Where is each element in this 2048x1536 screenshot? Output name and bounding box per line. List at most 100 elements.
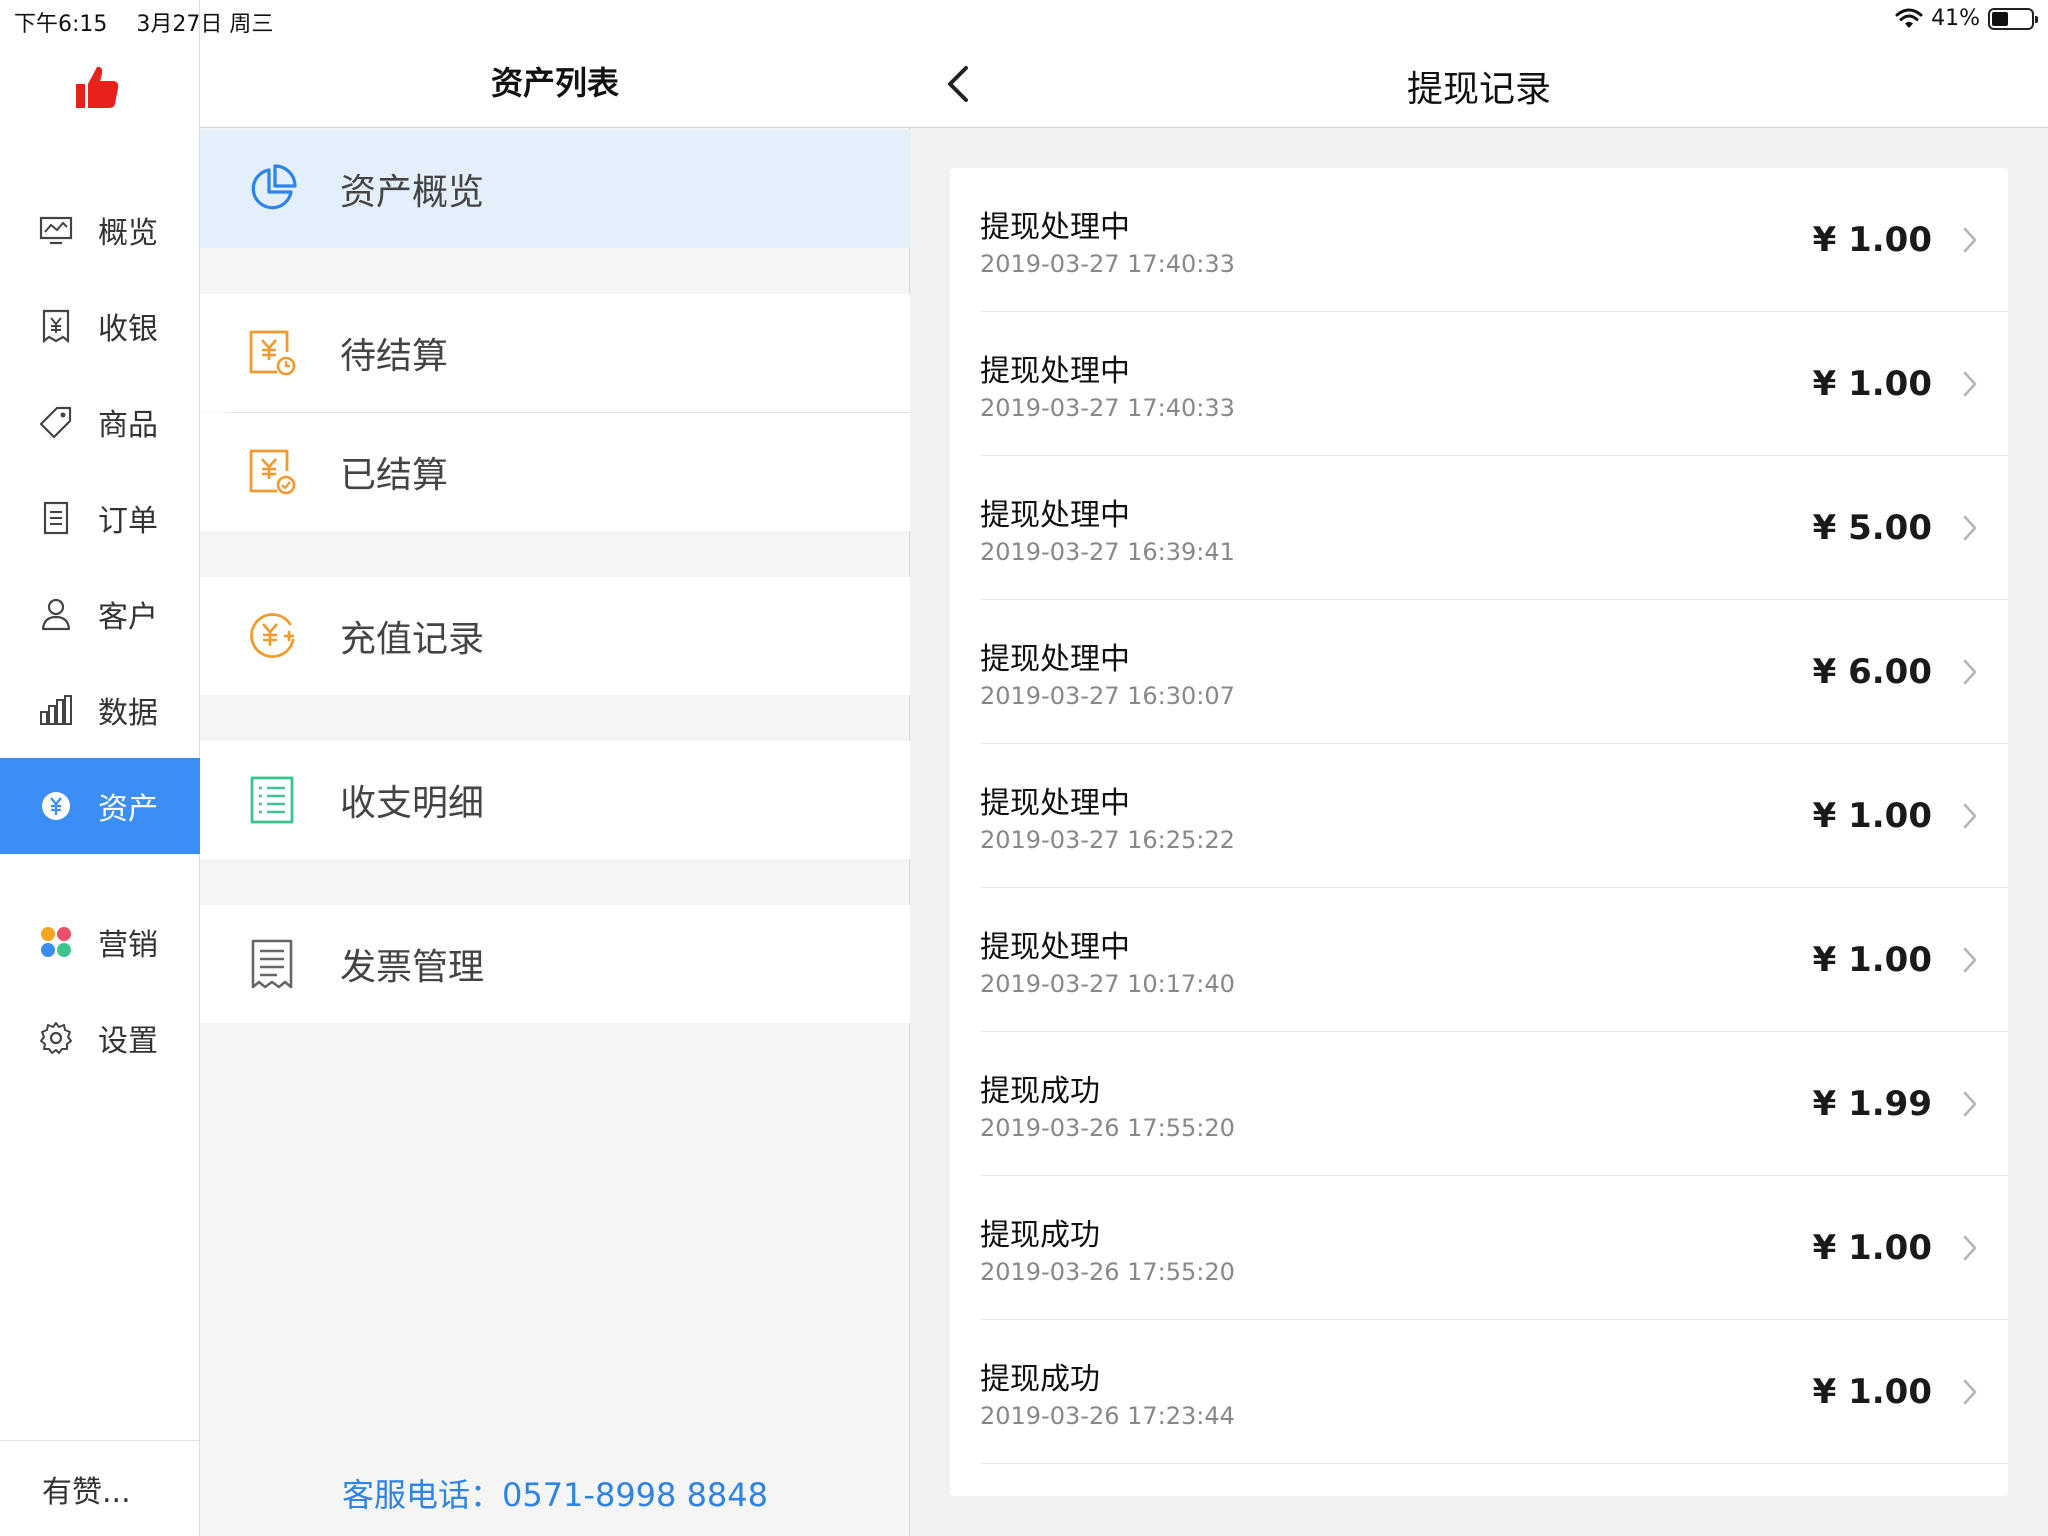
asset-item-recharge-records-label: 充值记录 xyxy=(340,619,485,660)
chevron-right-icon xyxy=(1963,227,1977,253)
customer-service-phone-link[interactable]: 客服电话：0571-8998 8848 xyxy=(200,1470,910,1516)
table-row[interactable]: 提现成功 2019-03-26 17:23:44 ¥ 1.00 xyxy=(950,1320,2008,1464)
table-row[interactable]: 提现成功 2019-03-26 17:55:20 ¥ 1.99 xyxy=(950,1032,2008,1176)
nav-label-assets: 资产 xyxy=(98,792,158,827)
nav-item-orders[interactable]: 订单 xyxy=(0,470,200,566)
status-time: 下午6:15 xyxy=(14,12,108,37)
record-status: 提现成功 xyxy=(980,1362,1100,1397)
record-amount: ¥ 1.00 xyxy=(1812,1372,1932,1412)
record-status: 提现成功 xyxy=(980,1074,1100,1109)
status-date: 3月27日 周三 xyxy=(136,12,274,37)
chevron-right-icon xyxy=(1963,371,1977,397)
nav-label-settings: 设置 xyxy=(98,1024,158,1059)
chevron-right-icon xyxy=(1963,659,1977,685)
withdrawal-records-panel: 提现记录 提现处理中 2019-03-27 17:40:33 ¥ 1.00 提现处理中… xyxy=(910,0,2048,1536)
chevron-right-icon xyxy=(1963,515,1977,541)
shop-name-button[interactable]: 有赞... xyxy=(0,1440,200,1536)
nav-item-products[interactable]: 商品 xyxy=(0,374,200,470)
record-status: 提现处理中 xyxy=(980,498,1130,533)
nav-label-customers: 客户 xyxy=(98,600,158,635)
nav-label-marketing: 营销 xyxy=(98,928,158,963)
asset-item-overview-label: 资产概览 xyxy=(340,172,485,213)
record-time: 2019-03-27 16:25:22 xyxy=(980,826,1235,854)
nav-label-products: 商品 xyxy=(98,408,158,443)
monitor-icon xyxy=(38,212,74,248)
asset-item-income-expense[interactable]: 收支明细 xyxy=(200,741,910,859)
record-time: 2019-03-27 16:30:07 xyxy=(980,682,1235,710)
record-amount: ¥ 1.00 xyxy=(1812,1228,1932,1268)
record-time: 2019-03-27 16:39:41 xyxy=(980,538,1235,566)
asset-item-pending-settlement-label: 待结算 xyxy=(340,336,449,377)
battery-percent: 41% xyxy=(1931,6,1980,31)
status-bar: 下午6:15 3月27日 周三 41% xyxy=(0,0,2048,40)
nav-label-data: 数据 xyxy=(98,696,158,731)
document-icon xyxy=(38,500,74,536)
asset-list-panel: 资产列表 资产概览 待结算 已结算 充值记录 收支明细 发票管理 客服电话：05… xyxy=(200,0,910,1536)
asset-item-pending-settlement[interactable]: 待结算 xyxy=(200,294,910,412)
cashier-icon xyxy=(38,308,74,344)
nav-item-overview[interactable]: 概览 xyxy=(0,182,200,278)
asset-item-invoice-management[interactable]: 发票管理 xyxy=(200,905,910,1023)
nav-item-settings[interactable]: 设置 xyxy=(0,990,200,1086)
record-status: 提现处理中 xyxy=(980,930,1130,965)
nav-item-data[interactable]: 数据 xyxy=(0,662,200,758)
nav-label-orders: 订单 xyxy=(98,504,158,539)
record-time: 2019-03-26 17:23:44 xyxy=(980,1402,1235,1430)
record-amount: ¥ 1.00 xyxy=(1812,796,1932,836)
nav-label-cashier: 收银 xyxy=(98,312,158,347)
withdrawal-records-list: 提现处理中 2019-03-27 17:40:33 ¥ 1.00 提现处理中 2019-… xyxy=(950,168,2008,1496)
record-status: 提现处理中 xyxy=(980,642,1130,677)
record-status: 提现处理中 xyxy=(980,354,1130,389)
table-row[interactable]: 提现处理中 2019-03-27 17:40:33 ¥ 1.00 xyxy=(950,168,2008,312)
table-row[interactable]: 提现处理中 2019-03-27 10:17:40 ¥ 1.00 xyxy=(950,888,2008,1032)
asset-item-settled[interactable]: 已结算 xyxy=(200,413,910,531)
pending-settle-icon xyxy=(244,325,300,381)
asset-item-recharge-records[interactable]: 充值记录 xyxy=(200,577,910,695)
table-row[interactable]: 提现处理中 2019-03-27 16:30:07 ¥ 6.00 xyxy=(950,600,2008,744)
table-row[interactable]: 提现处理中 2019-03-27 17:40:33 ¥ 1.00 xyxy=(950,312,2008,456)
table-row[interactable]: 提现处理中 2019-03-27 16:39:41 ¥ 5.00 xyxy=(950,456,2008,600)
table-row[interactable]: 提现处理中 2019-03-27 16:25:22 ¥ 1.00 xyxy=(950,744,2008,888)
record-amount: ¥ 5.00 xyxy=(1812,508,1932,548)
record-time: 2019-03-26 17:55:20 xyxy=(980,1114,1235,1142)
table-row[interactable]: 提现成功 2019-03-26 17:55:20 ¥ 1.00 xyxy=(950,1176,2008,1320)
settled-icon xyxy=(244,444,300,500)
asset-item-invoice-management-label: 发票管理 xyxy=(340,947,485,988)
record-time: 2019-03-26 17:55:20 xyxy=(980,1258,1235,1286)
chevron-right-icon xyxy=(1963,1091,1977,1117)
record-status: 提现处理中 xyxy=(980,786,1130,821)
asset-item-overview[interactable]: 资产概览 xyxy=(200,130,910,248)
tag-icon xyxy=(38,404,74,440)
record-status: 提现处理中 xyxy=(980,210,1130,245)
record-status: 提现成功 xyxy=(980,1218,1100,1253)
gear-icon xyxy=(38,1020,74,1056)
record-amount: ¥ 1.00 xyxy=(1812,364,1932,404)
chevron-right-icon xyxy=(1963,947,1977,973)
thumbs-up-logo-icon xyxy=(76,66,119,108)
four-dots-icon xyxy=(38,924,74,960)
battery-icon xyxy=(1988,7,2038,30)
invoice-icon xyxy=(244,936,300,992)
record-time: 2019-03-27 17:40:33 xyxy=(980,250,1235,278)
record-time: 2019-03-27 17:40:33 xyxy=(980,394,1235,422)
record-amount: ¥ 6.00 xyxy=(1812,652,1932,692)
user-icon xyxy=(38,596,74,632)
asset-item-income-expense-label: 收支明细 xyxy=(340,783,485,824)
chevron-right-icon xyxy=(1963,1379,1977,1405)
shop-name: 有赞... xyxy=(42,1474,131,1510)
list-icon xyxy=(244,772,300,828)
bar-chart-icon xyxy=(38,692,74,728)
record-amount: ¥ 1.99 xyxy=(1812,1084,1932,1124)
nav-item-customers[interactable]: 客户 xyxy=(0,566,200,662)
chevron-right-icon xyxy=(1963,1235,1977,1261)
nav-label-overview: 概览 xyxy=(98,216,158,251)
record-time: 2019-03-27 10:17:40 xyxy=(980,970,1235,998)
record-amount: ¥ 1.00 xyxy=(1812,220,1932,260)
recharge-icon xyxy=(244,608,300,664)
nav-item-cashier[interactable]: 收银 xyxy=(0,278,200,374)
left-rail: 概览 收银 商品 订单 客户 数据 资产 营销 设置 有赞... xyxy=(0,0,200,1536)
asset-list-title: 资产列表 xyxy=(490,64,619,102)
nav-item-marketing[interactable]: 营销 xyxy=(0,894,200,990)
pie-chart-icon xyxy=(244,161,300,217)
nav-item-assets[interactable]: 资产 xyxy=(0,758,200,854)
